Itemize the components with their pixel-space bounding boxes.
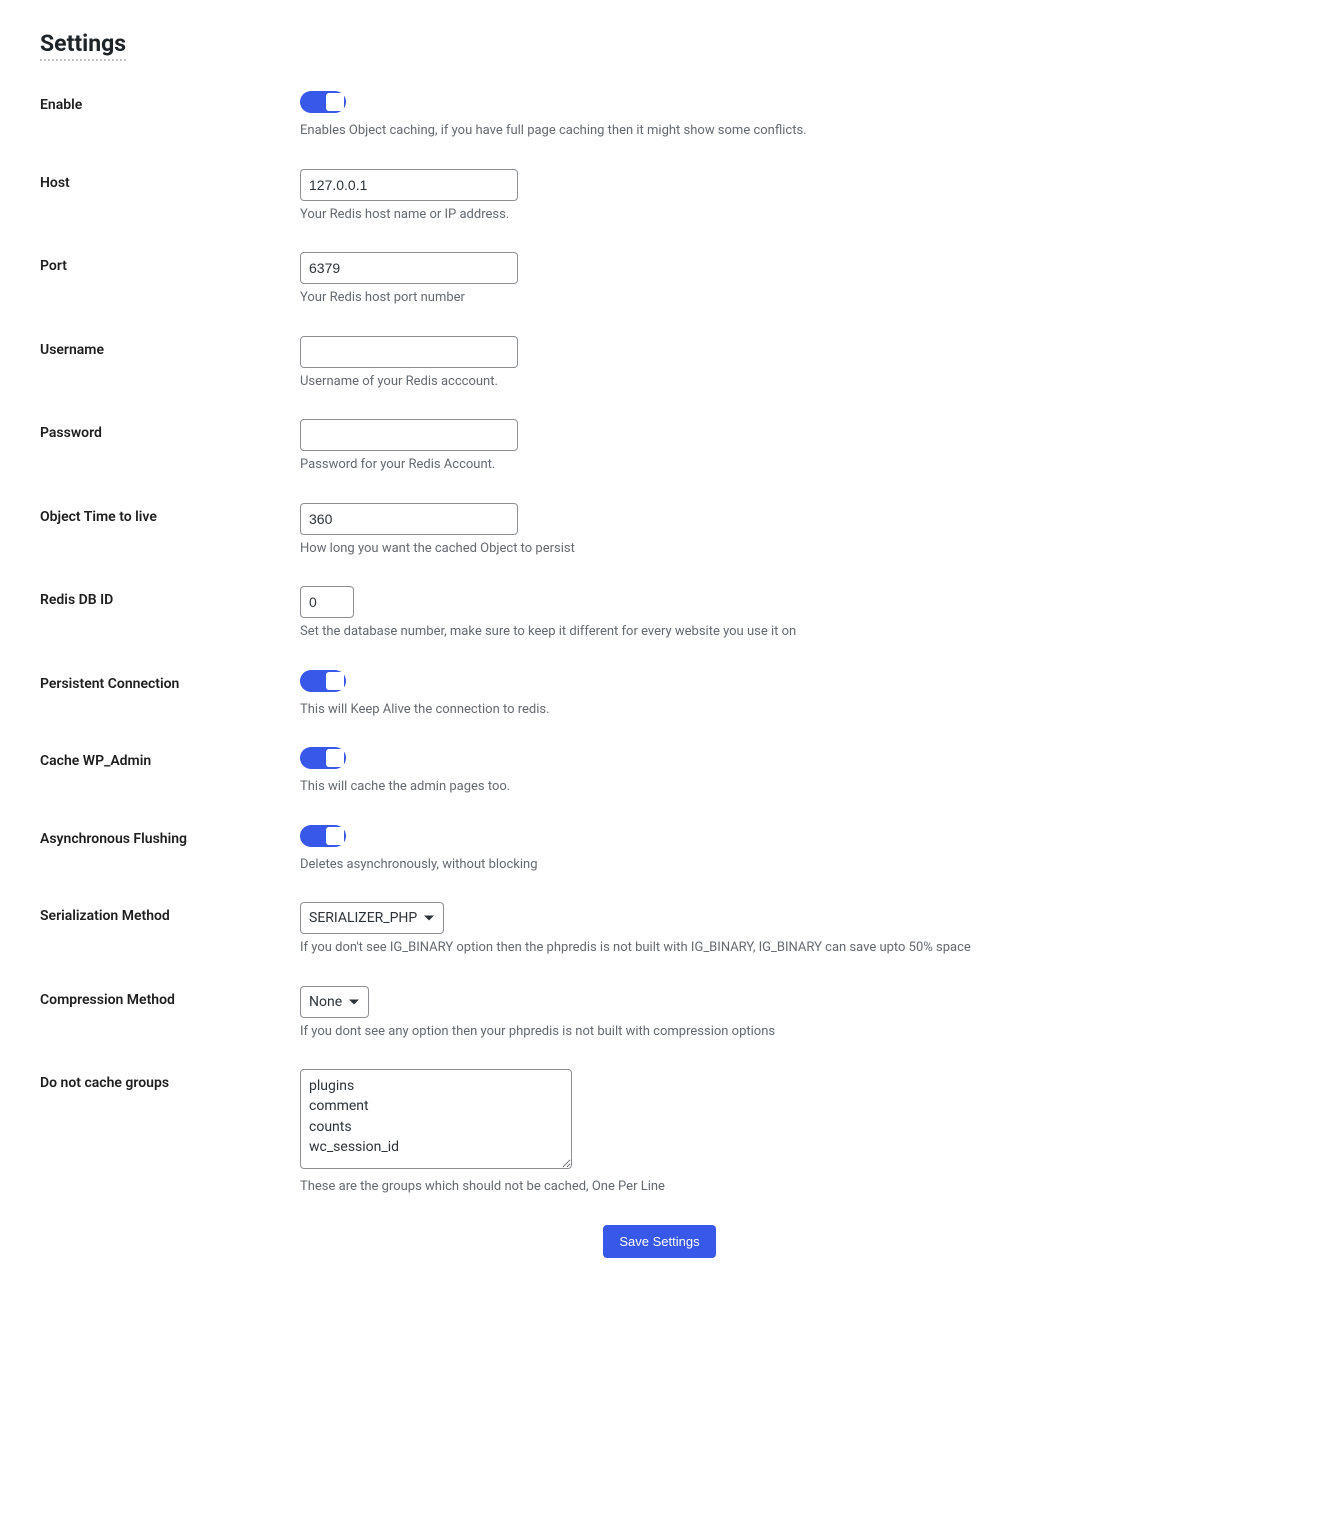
label-serialization: Serialization Method <box>40 908 170 924</box>
row-compression: Compression Method None If you dont see … <box>40 986 1279 1042</box>
label-db-id: Redis DB ID <box>40 592 113 608</box>
label-compression: Compression Method <box>40 992 175 1008</box>
password-input[interactable] <box>300 419 518 451</box>
enable-toggle[interactable] <box>300 91 346 113</box>
async-flush-toggle[interactable] <box>300 825 346 847</box>
row-async-flush: Asynchronous Flushing Deletes asynchrono… <box>40 825 1279 875</box>
row-persistent: Persistent Connection This will Keep Ali… <box>40 670 1279 720</box>
serialization-value: SERIALIZER_PHP <box>309 910 417 926</box>
desc-host: Your Redis host name or IP address. <box>300 205 1279 225</box>
chevron-down-icon <box>423 912 435 924</box>
label-ttl: Object Time to live <box>40 509 157 525</box>
desc-no-cache-groups: These are the groups which should not be… <box>300 1177 1279 1197</box>
row-ttl: Object Time to live How long you want th… <box>40 503 1279 559</box>
label-username: Username <box>40 342 104 358</box>
row-port: Port Your Redis host port number <box>40 252 1279 308</box>
label-password: Password <box>40 425 102 441</box>
desc-ttl: How long you want the cached Object to p… <box>300 539 1279 559</box>
compression-select[interactable]: None <box>300 986 369 1018</box>
submit-row: Save Settings <box>40 1225 1279 1258</box>
label-no-cache-groups: Do not cache groups <box>40 1075 169 1091</box>
label-async-flush: Asynchronous Flushing <box>40 831 187 847</box>
db-id-input[interactable] <box>300 586 354 618</box>
label-cache-wp-admin: Cache WP_Admin <box>40 753 151 769</box>
compression-value: None <box>309 994 342 1010</box>
row-serialization: Serialization Method SERIALIZER_PHP If y… <box>40 902 1279 958</box>
settings-form: Enable Enables Object caching, if you ha… <box>40 91 1279 1258</box>
cache-wp-admin-toggle[interactable] <box>300 747 346 769</box>
no-cache-groups-textarea[interactable]: plugins comment counts wc_session_id <box>300 1069 572 1169</box>
ttl-input[interactable] <box>300 503 518 535</box>
desc-db-id: Set the database number, make sure to ke… <box>300 622 1279 642</box>
label-persistent: Persistent Connection <box>40 676 179 692</box>
row-cache-wp-admin: Cache WP_Admin This will cache the admin… <box>40 747 1279 797</box>
serialization-select[interactable]: SERIALIZER_PHP <box>300 902 444 934</box>
page-title: Settings <box>40 30 126 61</box>
host-input[interactable] <box>300 169 518 201</box>
port-input[interactable] <box>300 252 518 284</box>
desc-serialization: If you don't see IG_BINARY option then t… <box>300 938 1279 958</box>
desc-cache-wp-admin: This will cache the admin pages too. <box>300 777 1279 797</box>
row-db-id: Redis DB ID Set the database number, mak… <box>40 586 1279 642</box>
desc-username: Username of your Redis acccount. <box>300 372 1279 392</box>
persistent-toggle[interactable] <box>300 670 346 692</box>
desc-enable: Enables Object caching, if you have full… <box>300 121 1279 141</box>
row-enable: Enable Enables Object caching, if you ha… <box>40 91 1279 141</box>
label-host: Host <box>40 175 70 191</box>
row-no-cache-groups: Do not cache groups plugins comment coun… <box>40 1069 1279 1197</box>
username-input[interactable] <box>300 336 518 368</box>
label-port: Port <box>40 258 67 274</box>
desc-compression: If you dont see any option then your php… <box>300 1022 1279 1042</box>
desc-port: Your Redis host port number <box>300 288 1279 308</box>
row-host: Host Your Redis host name or IP address. <box>40 169 1279 225</box>
desc-persistent: This will Keep Alive the connection to r… <box>300 700 1279 720</box>
row-password: Password Password for your Redis Account… <box>40 419 1279 475</box>
desc-password: Password for your Redis Account. <box>300 455 1279 475</box>
label-enable: Enable <box>40 97 82 113</box>
save-settings-button[interactable]: Save Settings <box>603 1225 715 1258</box>
chevron-down-icon <box>348 996 360 1008</box>
row-username: Username Username of your Redis acccount… <box>40 336 1279 392</box>
desc-async-flush: Deletes asynchronously, without blocking <box>300 855 1279 875</box>
